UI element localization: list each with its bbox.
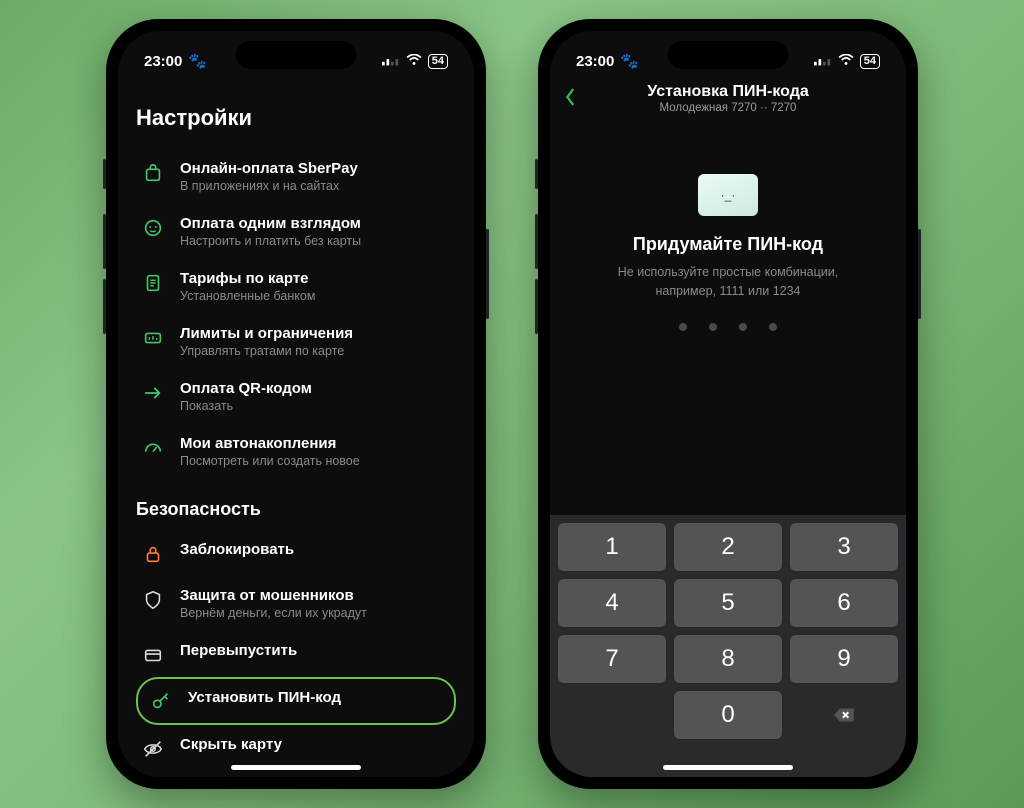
bag-icon: [142, 162, 164, 184]
row-title: Тарифы по карте: [180, 270, 450, 287]
settings-row-face[interactable]: Оплата одним взглядом Настроить и платить…: [136, 204, 456, 259]
paw-icon: 🐾: [188, 52, 207, 70]
status-time: 23:00: [144, 53, 182, 70]
settings-row-sliders[interactable]: Лимиты и ограничения Управлять тратами по…: [136, 314, 456, 369]
shield-icon: [142, 589, 164, 611]
status-time: 23:00: [576, 53, 614, 70]
row-subtitle: Вернём деньги, если их украдут: [180, 606, 450, 620]
settings-row-gauge[interactable]: Мои автонакопления Посмотреть или создать…: [136, 424, 456, 479]
gauge-icon: [142, 437, 164, 459]
row-title: Лимиты и ограничения: [180, 325, 450, 342]
security-heading: Безопасность: [136, 499, 456, 520]
row-subtitle: Показать: [180, 399, 450, 413]
keypad-key-7[interactable]: 7: [558, 635, 666, 683]
numeric-keypad: 123 456 7890: [550, 515, 906, 777]
keypad-key-0[interactable]: 0: [674, 691, 782, 739]
keypad-key-1[interactable]: 1: [558, 523, 666, 571]
sliders-icon: [142, 327, 164, 349]
signal-icon: [382, 53, 400, 70]
screen-pin: 23:00 🐾 54 Установка ПИН-кода Молодежная…: [550, 31, 906, 777]
keypad-blank: [558, 691, 666, 739]
row-title: Оплата одним взглядом: [180, 215, 450, 232]
pin-hint: Не используйте простые комбинации,наприм…: [578, 263, 878, 301]
row-title: Установить ПИН-код: [188, 689, 442, 706]
settings-row-card[interactable]: Перевыпустить: [136, 631, 456, 677]
battery-icon: 54: [428, 54, 448, 69]
wifi-icon: [406, 53, 422, 70]
eyeoff-icon: [142, 738, 164, 760]
nav-title: Установка ПИН-кода: [602, 83, 854, 101]
lock-icon: [142, 543, 164, 565]
screen-settings: 23:00 🐾 54 Настройки Онлайн-оплата SberP…: [118, 31, 474, 777]
row-title: Защита от мошенников: [180, 587, 450, 604]
battery-icon: 54: [860, 54, 880, 69]
home-indicator[interactable]: [663, 765, 793, 770]
pin-dots: [578, 323, 878, 331]
settings-row-bag[interactable]: Онлайн-оплата SberPay В приложениях и на …: [136, 149, 456, 204]
pin-title: Придумайте ПИН-код: [578, 234, 878, 255]
home-indicator[interactable]: [231, 765, 361, 770]
keypad-key-2[interactable]: 2: [674, 523, 782, 571]
keypad-key-9[interactable]: 9: [790, 635, 898, 683]
keypad-key-3[interactable]: 3: [790, 523, 898, 571]
page-title: Настройки: [136, 105, 456, 131]
card-illustration-icon: ·_·: [698, 174, 758, 216]
settings-row-key[interactable]: Установить ПИН-код: [136, 677, 456, 725]
row-title: Заблокировать: [180, 541, 450, 558]
settings-row-lock[interactable]: Заблокировать: [136, 530, 456, 576]
keypad-delete-button[interactable]: [790, 691, 898, 739]
keypad-key-4[interactable]: 4: [558, 579, 666, 627]
phone-right: 23:00 🐾 54 Установка ПИН-кода Молодежная…: [538, 19, 918, 789]
row-title: Мои автонакопления: [180, 435, 450, 452]
key-icon: [150, 691, 172, 713]
wifi-icon: [838, 53, 854, 70]
paw-icon: 🐾: [620, 52, 639, 70]
row-title: Скрыть карту: [180, 736, 450, 753]
card-icon: [142, 644, 164, 666]
arrow-icon: [142, 382, 164, 404]
row-subtitle: Посмотреть или создать новое: [180, 454, 450, 468]
nav-subtitle: Молодежная 7270 ·· 7270: [602, 102, 854, 114]
row-title: Перевыпустить: [180, 642, 450, 659]
back-button[interactable]: [564, 86, 594, 112]
row-subtitle: Настроить и платить без карты: [180, 234, 450, 248]
settings-row-arrow[interactable]: Оплата QR-кодом Показать: [136, 369, 456, 424]
row-subtitle: Установленные банком: [180, 289, 450, 303]
row-subtitle: Управлять тратами по карте: [180, 344, 450, 358]
phone-left: 23:00 🐾 54 Настройки Онлайн-оплата SberP…: [106, 19, 486, 789]
settings-row-doc[interactable]: Тарифы по карте Установленные банком: [136, 259, 456, 314]
face-icon: [142, 217, 164, 239]
keypad-key-6[interactable]: 6: [790, 579, 898, 627]
row-subtitle: В приложениях и на сайтах: [180, 179, 450, 193]
doc-icon: [142, 272, 164, 294]
settings-row-shield[interactable]: Защита от мошенников Вернём деньги, если …: [136, 576, 456, 631]
keypad-key-8[interactable]: 8: [674, 635, 782, 683]
row-title: Онлайн-оплата SberPay: [180, 160, 450, 177]
row-title: Оплата QR-кодом: [180, 380, 450, 397]
signal-icon: [814, 53, 832, 70]
settings-row-close[interactable]: Закрыть: [136, 771, 456, 777]
keypad-key-5[interactable]: 5: [674, 579, 782, 627]
